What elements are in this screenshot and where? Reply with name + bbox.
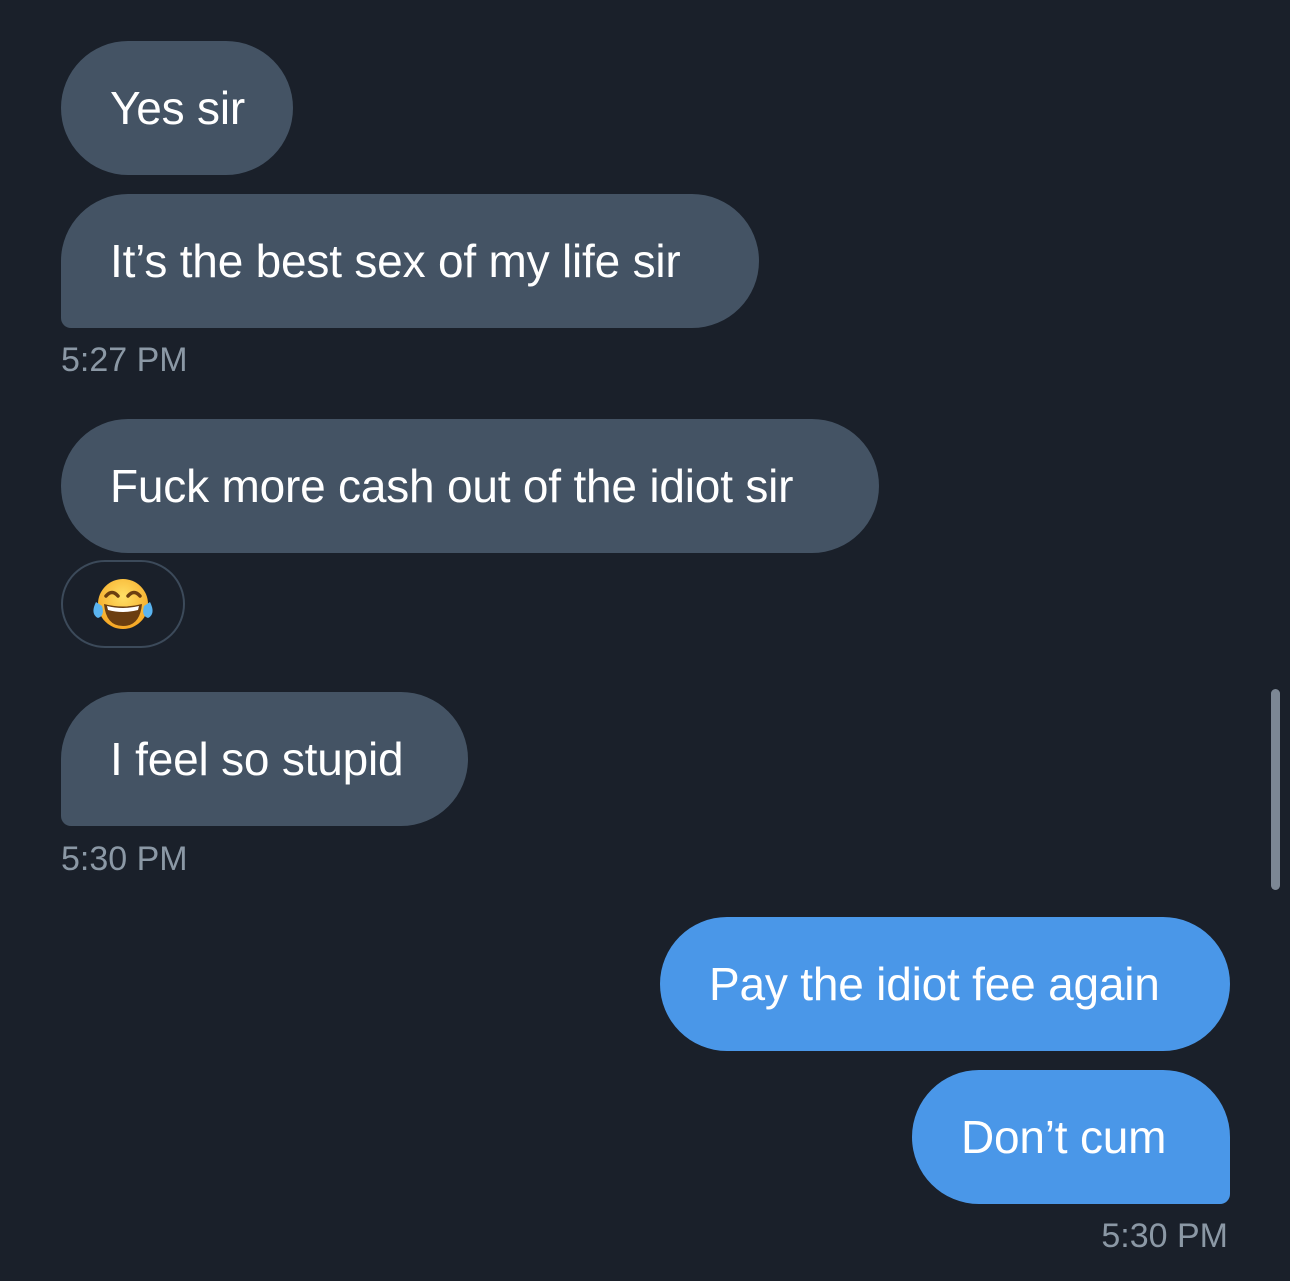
message-text: Fuck more cash out of the idiot sir — [110, 460, 794, 512]
message-text: Yes sir — [110, 82, 245, 134]
face-with-tears-of-joy-emoji — [93, 579, 153, 629]
message-timestamp: 5:30 PM — [61, 840, 188, 878]
message-timestamp: 5:30 PM — [1101, 1217, 1228, 1255]
scrollbar[interactable] — [1271, 689, 1280, 890]
message-bubble-incoming[interactable]: Fuck more cash out of the idiot sir — [61, 419, 879, 553]
message-bubble-incoming[interactable]: I feel so stupid — [61, 692, 468, 826]
message-text: It’s the best sex of my life sir — [110, 235, 681, 287]
message-bubble-incoming[interactable]: It’s the best sex of my life sir — [61, 194, 759, 328]
message-text: I feel so stupid — [110, 733, 404, 785]
message-reaction[interactable] — [61, 560, 185, 648]
message-bubble-incoming[interactable]: Yes sir — [61, 41, 293, 175]
message-timestamp: 5:27 PM — [61, 341, 188, 379]
dm-conversation: Yes sir It’s the best sex of my life sir… — [0, 0, 1290, 1281]
message-bubble-outgoing[interactable]: Don’t cum — [912, 1070, 1230, 1204]
message-bubble-outgoing[interactable]: Pay the idiot fee again — [660, 917, 1230, 1051]
message-text: Pay the idiot fee again — [709, 958, 1160, 1010]
message-text: Don’t cum — [961, 1111, 1167, 1163]
